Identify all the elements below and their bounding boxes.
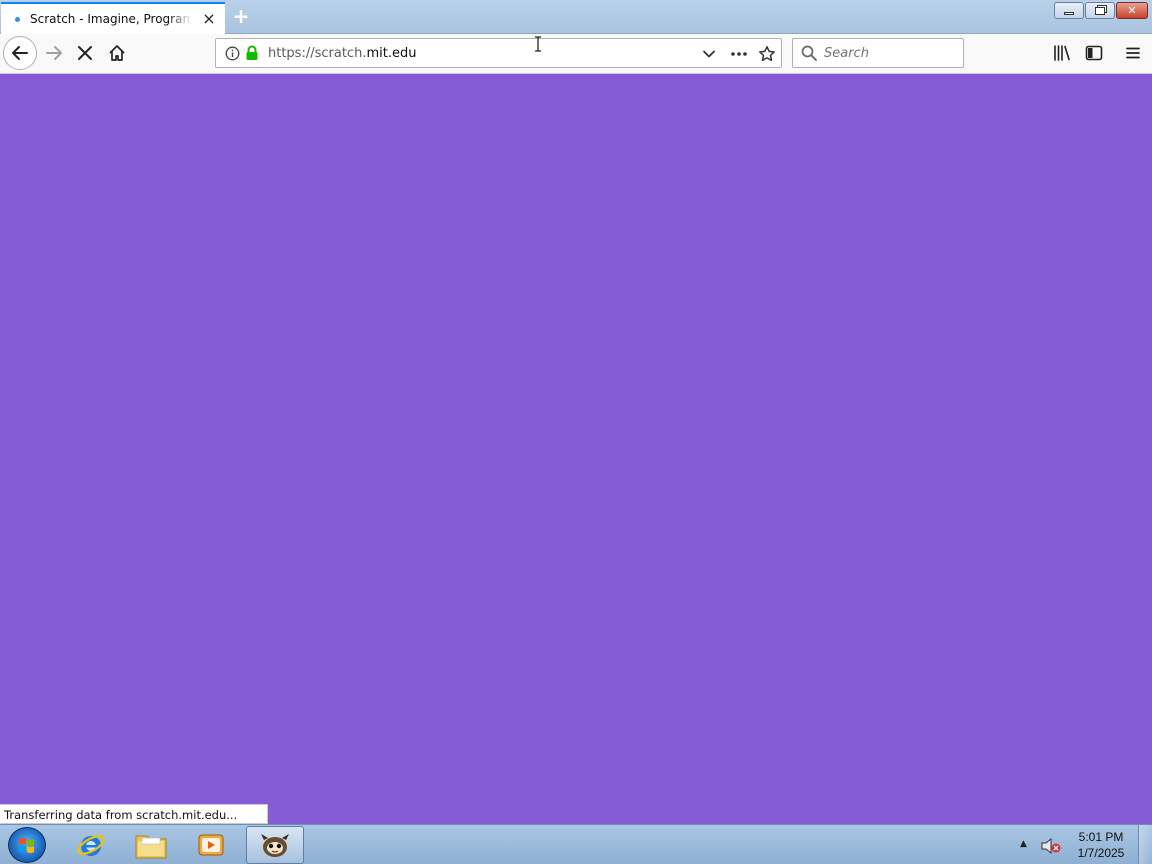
home-button[interactable] bbox=[103, 39, 131, 67]
window-controls: ✕ bbox=[1054, 2, 1148, 19]
taskbar-firefox[interactable] bbox=[246, 826, 304, 864]
arrow-right-icon bbox=[46, 46, 62, 60]
media-player-icon bbox=[198, 834, 224, 856]
show-desktop-button[interactable] bbox=[1138, 825, 1152, 864]
chevron-down-icon[interactable] bbox=[702, 47, 716, 61]
tray-expand-icon[interactable]: ▲ bbox=[1020, 839, 1027, 849]
gnome-app-icon bbox=[261, 834, 289, 857]
tab-title: Scratch - Imagine, Program, Share bbox=[30, 12, 192, 26]
new-tab-button[interactable]: + bbox=[230, 4, 252, 28]
star-icon[interactable] bbox=[758, 45, 776, 63]
status-tooltip: Transferring data from scratch.mit.edu..… bbox=[0, 804, 268, 824]
back-button[interactable] bbox=[3, 36, 37, 70]
library-icon bbox=[1054, 45, 1070, 61]
info-icon[interactable] bbox=[225, 46, 240, 61]
lock-icon[interactable] bbox=[245, 45, 259, 61]
close-icon: ✕ bbox=[1127, 4, 1137, 17]
sidebar-button[interactable] bbox=[1080, 39, 1108, 67]
restore-icon bbox=[1095, 6, 1105, 15]
minimize-button[interactable] bbox=[1054, 2, 1084, 19]
stop-button[interactable] bbox=[71, 39, 99, 67]
tab-close-button[interactable]: × bbox=[201, 11, 217, 27]
navigation-toolbar: https://scratch.mit.edu Search bbox=[0, 34, 1152, 74]
restore-button[interactable] bbox=[1085, 2, 1115, 19]
close-window-button[interactable]: ✕ bbox=[1116, 2, 1148, 19]
start-button[interactable] bbox=[8, 827, 46, 863]
hamburger-menu-icon bbox=[1126, 47, 1140, 59]
tab-scratch[interactable]: Scratch - Imagine, Program, Share × bbox=[1, 2, 225, 34]
more-icon[interactable] bbox=[730, 47, 748, 61]
arrow-left-icon bbox=[12, 46, 28, 60]
text-cursor-icon bbox=[535, 36, 541, 52]
loading-indicator-icon bbox=[15, 16, 20, 22]
windows-logo-icon bbox=[19, 837, 34, 854]
sidebar-icon bbox=[1085, 45, 1103, 61]
system-clock[interactable]: 5:01 PM 1/7/2025 bbox=[1070, 829, 1132, 861]
search-icon bbox=[801, 45, 817, 61]
library-button[interactable] bbox=[1048, 39, 1076, 67]
taskbar-internet-explorer[interactable] bbox=[62, 826, 120, 864]
stop-icon bbox=[78, 46, 92, 60]
internet-explorer-icon bbox=[77, 835, 105, 856]
url-text[interactable]: https://scratch.mit.edu bbox=[268, 46, 416, 61]
folder-icon bbox=[135, 835, 167, 859]
taskbar: ▲ 5:01 PM 1/7/2025 bbox=[0, 824, 1152, 864]
forward-button[interactable] bbox=[40, 39, 68, 67]
taskbar-media-player[interactable] bbox=[182, 826, 240, 864]
menu-button[interactable] bbox=[1119, 39, 1147, 67]
taskbar-file-explorer[interactable] bbox=[122, 826, 180, 864]
home-icon bbox=[109, 45, 125, 61]
minimize-icon bbox=[1064, 12, 1074, 15]
search-placeholder[interactable]: Search bbox=[824, 46, 869, 61]
clock-date: 1/7/2025 bbox=[1077, 846, 1125, 860]
page-content[interactable] bbox=[0, 74, 1152, 824]
clock-time: 5:01 PM bbox=[1078, 830, 1124, 844]
search-bar[interactable]: Search bbox=[792, 38, 964, 68]
volume-muted-icon[interactable] bbox=[1040, 837, 1062, 855]
url-bar[interactable]: https://scratch.mit.edu bbox=[215, 38, 782, 68]
tab-strip: Scratch - Imagine, Program, Share × + ✕ bbox=[0, 0, 1152, 34]
url-prefix: https://scratch. bbox=[268, 46, 367, 61]
url-host: mit.edu bbox=[366, 46, 417, 61]
